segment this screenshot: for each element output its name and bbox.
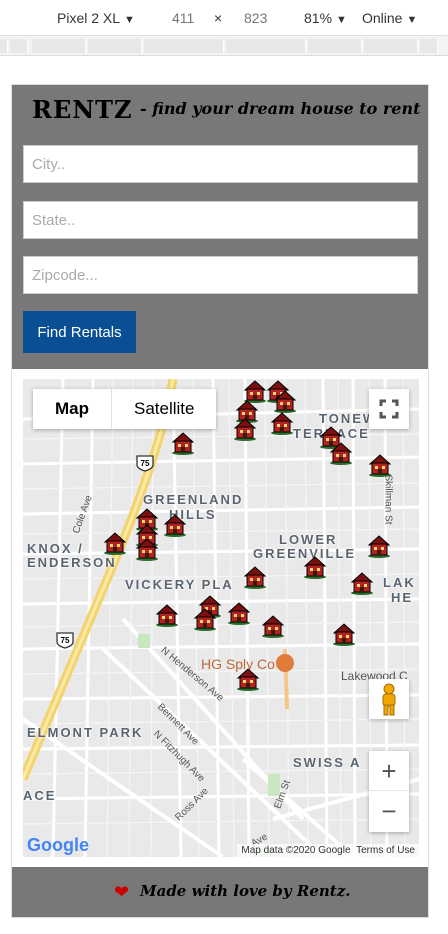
house-marker-icon[interactable] bbox=[103, 531, 127, 555]
house-marker-icon[interactable] bbox=[171, 431, 195, 455]
throttle-label: Online bbox=[362, 10, 403, 26]
devtools-toolbar: Pixel 2 XL ▼ 411 × 823 81% ▼ Online ▼ bbox=[0, 0, 448, 36]
chevron-down-icon: ▼ bbox=[406, 14, 418, 26]
find-rentals-button[interactable]: Find Rentals bbox=[23, 311, 136, 353]
zipcode-input[interactable] bbox=[23, 256, 418, 294]
page-frame: RENTZ - find your dream house to rent Fi… bbox=[11, 84, 429, 918]
house-marker-icon[interactable] bbox=[367, 534, 391, 558]
house-marker-icon[interactable] bbox=[227, 601, 251, 625]
house-marker-icon[interactable] bbox=[155, 603, 179, 627]
area-label: HE bbox=[391, 590, 414, 605]
pegman-icon bbox=[382, 683, 396, 716]
house-marker-icon[interactable] bbox=[261, 614, 285, 638]
area-label: VICKERY PLA bbox=[125, 577, 234, 592]
restaurant-icon[interactable] bbox=[276, 654, 294, 672]
zoom-label: 81% bbox=[304, 10, 333, 26]
house-marker-icon[interactable] bbox=[332, 622, 356, 646]
city-input[interactable] bbox=[23, 145, 418, 183]
throttle-select[interactable]: Online ▼ bbox=[362, 10, 417, 26]
area-label: LOWER bbox=[279, 532, 338, 547]
house-marker-icon[interactable] bbox=[193, 607, 217, 631]
google-logo: Google bbox=[27, 835, 89, 856]
brand-logo: RENTZ bbox=[32, 95, 133, 124]
area-label: ACE bbox=[23, 788, 57, 803]
house-marker-icon[interactable] bbox=[368, 453, 392, 477]
house-marker-icon[interactable] bbox=[329, 441, 353, 465]
house-marker-icon[interactable] bbox=[233, 417, 257, 441]
fullscreen-button[interactable] bbox=[369, 389, 409, 429]
map-data-credit: Map data ©2020 Google bbox=[241, 845, 351, 856]
state-input[interactable] bbox=[23, 201, 418, 239]
map-view[interactable]: GREENLAND HILLS KNOX / ENDERSON LOWER GR… bbox=[23, 379, 419, 857]
highway-shield-icon: 75 bbox=[56, 632, 74, 649]
house-marker-icon[interactable] bbox=[303, 555, 327, 579]
zoom-control: + − bbox=[369, 751, 409, 832]
map-attribution: Map data ©2020 Google Terms of Use bbox=[237, 844, 419, 857]
device-label: Pixel 2 XL bbox=[57, 10, 121, 26]
house-marker-icon[interactable] bbox=[273, 389, 297, 413]
footer: ❤ Made with love by Rentz. bbox=[12, 867, 428, 917]
height-input[interactable]: 823 bbox=[244, 10, 267, 26]
house-marker-icon[interactable] bbox=[163, 513, 187, 537]
search-panel: RENTZ - find your dream house to rent Fi… bbox=[12, 85, 428, 369]
zoom-in-button[interactable]: + bbox=[369, 751, 409, 791]
zoom-select[interactable]: 81% ▼ bbox=[304, 10, 347, 26]
house-marker-icon[interactable] bbox=[236, 667, 260, 691]
fullscreen-icon bbox=[379, 399, 399, 419]
chevron-down-icon: ▼ bbox=[336, 14, 347, 26]
heart-icon: ❤ bbox=[114, 882, 130, 902]
house-marker-icon[interactable] bbox=[350, 571, 374, 595]
area-label: LAK bbox=[383, 575, 416, 590]
map-type-satellite-button[interactable]: Satellite bbox=[112, 389, 216, 429]
chevron-down-icon: ▼ bbox=[124, 14, 135, 26]
house-marker-icon[interactable] bbox=[243, 565, 267, 589]
zoom-out-button[interactable]: − bbox=[369, 791, 409, 831]
area-label: SWISS A bbox=[293, 755, 362, 770]
area-label: GREENLAND bbox=[143, 492, 244, 507]
house-marker-icon[interactable] bbox=[270, 411, 294, 435]
terms-of-use-link[interactable]: Terms of Use bbox=[356, 845, 415, 856]
map-type-control: Map Satellite bbox=[33, 389, 217, 429]
street-view-button[interactable] bbox=[369, 679, 409, 719]
dimension-times: × bbox=[214, 10, 223, 26]
house-marker-icon[interactable] bbox=[135, 537, 159, 561]
area-label: KNOX / bbox=[27, 541, 84, 556]
tagline: - find your dream house to rent bbox=[140, 99, 421, 118]
area-label: ELMONT PARK bbox=[27, 725, 144, 740]
highway-shield-icon: 75 bbox=[136, 455, 154, 472]
google-logo-text: Google bbox=[27, 835, 89, 855]
width-input[interactable]: 411 bbox=[172, 10, 194, 26]
street-label: Skillman St bbox=[382, 474, 394, 525]
svg-text:75: 75 bbox=[141, 459, 150, 468]
map-type-map-button[interactable]: Map bbox=[33, 389, 112, 429]
footer-text: Made with love by Rentz. bbox=[140, 882, 351, 900]
map-roads bbox=[23, 379, 419, 857]
device-select[interactable]: Pixel 2 XL ▼ bbox=[57, 10, 135, 26]
area-label: ENDERSON bbox=[27, 555, 117, 570]
media-query-ruler[interactable] bbox=[0, 36, 448, 56]
svg-text:75: 75 bbox=[61, 636, 70, 645]
